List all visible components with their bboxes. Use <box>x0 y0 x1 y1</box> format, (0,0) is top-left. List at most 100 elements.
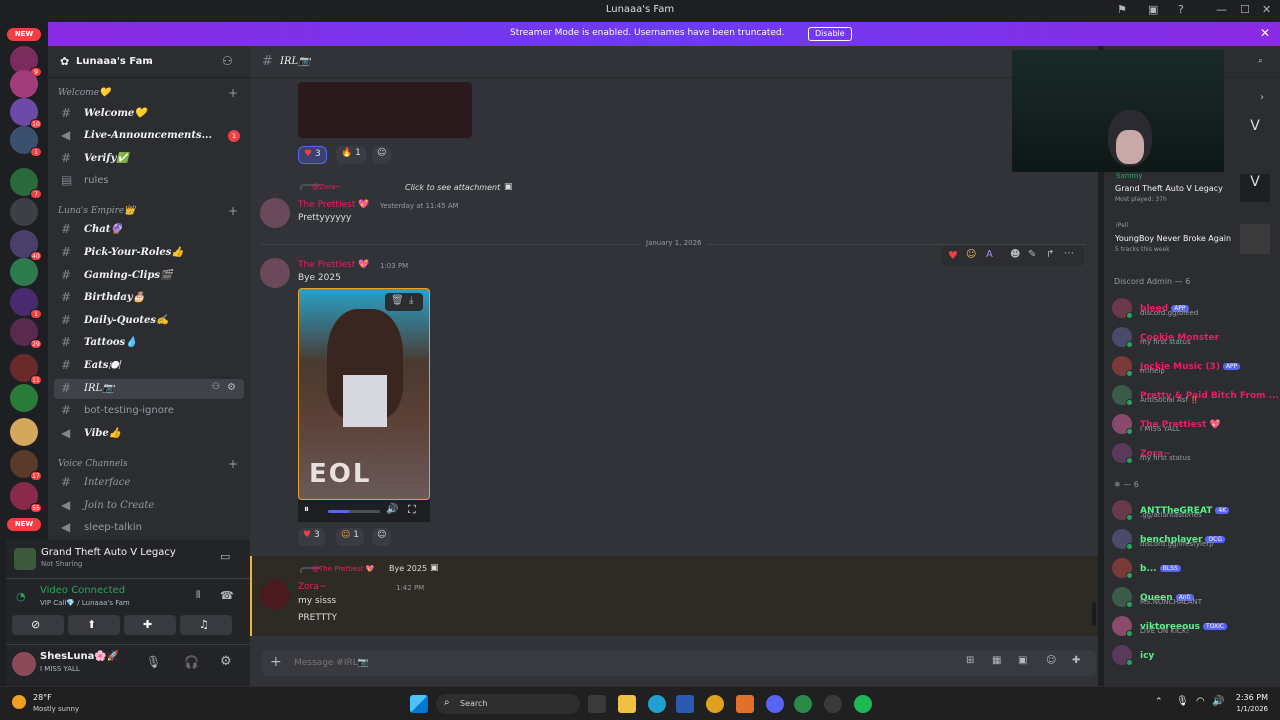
member-row[interactable]: benchplayer OCG discord.gg/lifestylerp <box>1112 527 1276 553</box>
reply-author[interactable]: @The Prettiest 💖 <box>312 565 374 573</box>
activities-button[interactable]: ✚ <box>124 615 176 635</box>
avatar[interactable] <box>1112 558 1133 579</box>
clock-time[interactable]: 2:36 PM <box>1232 693 1268 702</box>
disconnect-icon[interactable]: ☎ <box>220 589 234 602</box>
avatar[interactable] <box>1112 414 1133 435</box>
channel-daily-quotes[interactable]: # Daily-Quotes✍️ <box>54 311 244 331</box>
user-name[interactable]: ShesLuna🌸🚀 <box>40 651 119 662</box>
download-icon[interactable]: ⤓ <box>409 295 413 306</box>
close-icon[interactable]: ✕ <box>1260 26 1270 40</box>
maximize-icon[interactable]: ☐ <box>1240 3 1250 16</box>
apps-icon[interactable]: ✚ <box>1072 655 1080 666</box>
channel-pick-your-roles[interactable]: # Pick-Your-Roles👍 <box>54 243 244 263</box>
voice-channel[interactable]: VIP Call💎 / Lunaaa's Fam <box>40 599 130 607</box>
new-badge[interactable]: NEW <box>7 518 41 531</box>
message-input[interactable] <box>294 656 894 670</box>
add-channel-icon[interactable]: + <box>228 457 238 471</box>
obs-icon[interactable] <box>824 695 842 713</box>
app-icon[interactable] <box>794 695 812 713</box>
task-view-icon[interactable] <box>588 695 606 713</box>
avatar[interactable] <box>1112 616 1133 637</box>
channel-tattoos[interactable]: # Tattoos💧 <box>54 333 244 353</box>
add-member-icon[interactable]: ⚇ <box>222 54 233 68</box>
gear-icon[interactable]: ⚙ <box>227 382 236 393</box>
server-icon[interactable]: 1 <box>10 288 42 319</box>
chrome-icon[interactable] <box>706 695 724 713</box>
settings-gear-icon[interactable]: ⚙ <box>220 654 232 669</box>
channel-join-to-create[interactable]: ◀ Join to Create <box>54 496 244 516</box>
add-reaction-button[interactable]: ☺ <box>372 528 392 546</box>
avatar[interactable] <box>1112 443 1133 464</box>
share-screen-icon[interactable]: ▭ <box>220 550 230 563</box>
channel-live-announcements[interactable]: ◀ Live-Announcements... 1 <box>54 126 244 146</box>
fullscreen-icon[interactable]: ⛶ <box>408 503 416 517</box>
server-icon[interactable] <box>10 384 38 412</box>
sticker-icon[interactable]: ▣ <box>1018 655 1027 666</box>
member-row[interactable]: Jockie Music (3) APP m!help <box>1112 354 1276 380</box>
activity-card[interactable]: iPell YoungBoy Never Broke Again 5 track… <box>1108 222 1276 260</box>
store-icon[interactable] <box>676 695 694 713</box>
server-icon[interactable]: 7 <box>10 168 42 199</box>
emoji-icon[interactable]: ☺ <box>966 249 976 260</box>
scrollbar[interactable] <box>1092 602 1096 626</box>
app-icon[interactable] <box>736 695 754 713</box>
member-row[interactable]: ANTTheGREAT 4K .gg/atlantastories <box>1112 498 1276 524</box>
add-reaction-button[interactable]: ☺ <box>372 146 392 164</box>
member-row[interactable]: bleed APP discord.gg/bleed <box>1112 296 1276 322</box>
avatar[interactable] <box>1112 327 1133 348</box>
soundboard-button[interactable]: ♫ <box>180 615 232 635</box>
weather-desc[interactable]: Mostly sunny <box>33 705 79 713</box>
server-icon[interactable] <box>10 418 38 446</box>
server-icon[interactable]: 10 <box>10 98 42 129</box>
close-window-icon[interactable]: ✕ <box>1262 3 1271 16</box>
volume-tray-icon[interactable]: 🔊 <box>1212 696 1224 707</box>
member-row[interactable]: Zora~ my first status <box>1112 441 1276 467</box>
noise-icon[interactable]: ⫴ <box>196 590 200 601</box>
minimize-icon[interactable]: — <box>1216 3 1227 16</box>
server-icon[interactable]: 1 <box>10 126 42 157</box>
avatar[interactable] <box>260 580 290 610</box>
start-icon[interactable] <box>410 695 428 713</box>
channel-eats[interactable]: # Eats🍽️ <box>54 356 244 376</box>
microphone-icon[interactable]: 🎙 <box>146 655 161 669</box>
upload-plus-icon[interactable]: + <box>270 654 282 670</box>
add-channel-icon[interactable]: + <box>228 204 238 218</box>
mic-tray-icon[interactable]: 🎙 <box>1176 696 1189 707</box>
member-row[interactable]: Queen Anti MS.NONCHALANT <box>1112 585 1276 611</box>
disable-button[interactable]: Disable <box>808 27 852 41</box>
category-lunas-empire[interactable]: Luna's Empire👑 <box>58 206 135 216</box>
channel-verify[interactable]: # Verify✅ <box>54 149 244 169</box>
taskbar-search[interactable]: ⌕ Search <box>436 694 580 714</box>
channel-bot-testing[interactable]: # bot-testing-ignore <box>54 401 244 421</box>
chevron-up-icon[interactable]: ⌃ <box>1155 697 1163 707</box>
chevron-right-icon[interactable]: › <box>1260 92 1264 103</box>
server-icon[interactable]: 17 <box>10 450 42 481</box>
avatar[interactable] <box>1112 645 1133 666</box>
weather-temp[interactable]: 28°F <box>33 693 52 702</box>
member-row[interactable]: Pretty & Paid Bitch From ... AntiSocial A… <box>1112 383 1279 409</box>
gift-icon[interactable]: ⊞ <box>966 655 974 666</box>
channel-irl[interactable]: # IRL📷 ⚇ ⚙ <box>54 379 244 399</box>
server-icon[interactable] <box>10 258 38 286</box>
activity-card[interactable]: Sammy Grand Theft Auto V Legacy Most pla… <box>1108 172 1276 212</box>
member-row[interactable]: The Prettiest 💖 I MISS YALL <box>1112 412 1276 438</box>
avatar[interactable] <box>1112 298 1133 319</box>
server-header[interactable]: ✿ Lunaaa's Fam ⌄ ⚇ <box>48 46 250 78</box>
camera-button[interactable]: ⊘ <box>12 615 64 635</box>
reply-text[interactable]: Click to see attachment <box>405 183 500 192</box>
avatar[interactable] <box>1112 356 1133 377</box>
avatar[interactable] <box>1112 529 1133 550</box>
file-explorer-icon[interactable] <box>618 695 636 713</box>
discord-icon[interactable] <box>766 695 784 713</box>
reply-text[interactable]: Bye 2025 <box>389 564 427 573</box>
server-icon[interactable]: 40 <box>10 230 42 261</box>
headphones-icon[interactable]: 🎧 <box>184 655 199 669</box>
server-icon[interactable]: 11 <box>10 354 42 385</box>
channel-chat[interactable]: # Chat🔮 <box>54 220 244 240</box>
channel-rules[interactable]: ▤ rules <box>54 171 244 191</box>
channel-birthday[interactable]: # Birthday🎂 <box>54 288 244 308</box>
reaction-heart[interactable]: ♥ 3 <box>298 146 327 164</box>
avatar[interactable] <box>12 652 36 676</box>
server-icon[interactable]: 55 <box>10 482 42 513</box>
forward-icon[interactable]: ↱ <box>1046 249 1054 260</box>
